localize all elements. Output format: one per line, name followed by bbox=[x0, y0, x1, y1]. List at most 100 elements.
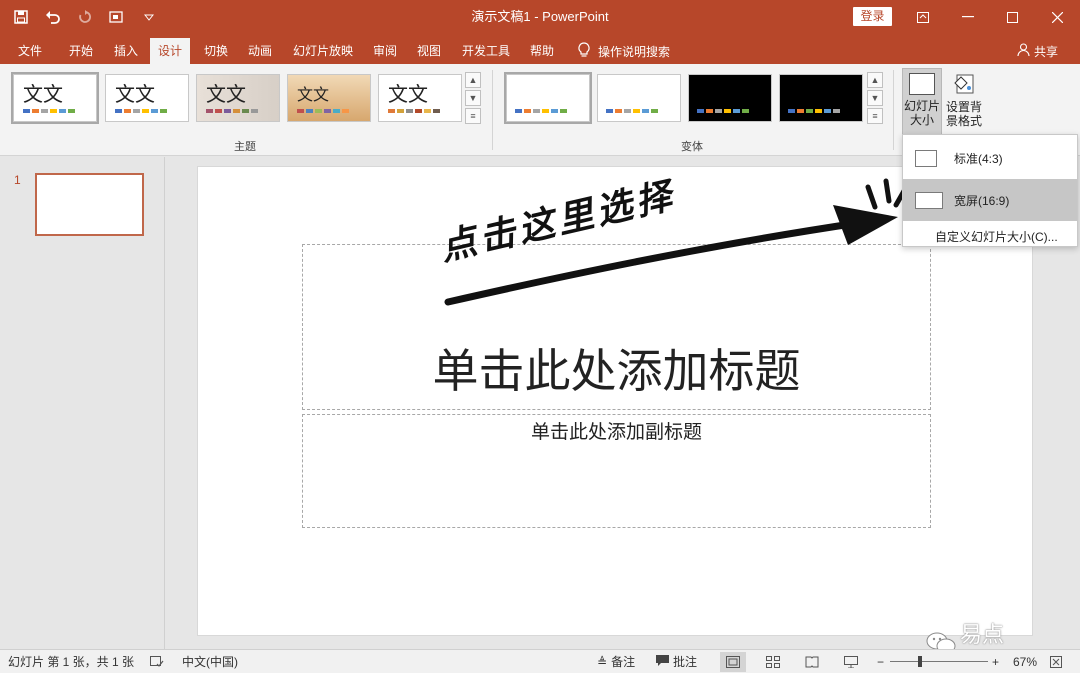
accessibility-icon[interactable] bbox=[150, 650, 164, 673]
normal-view-icon[interactable] bbox=[720, 652, 746, 672]
notes-button[interactable]: ≜ 备注 bbox=[597, 650, 635, 673]
zoom-slider-track[interactable] bbox=[890, 661, 988, 662]
tab-design[interactable]: 设计 bbox=[150, 38, 191, 64]
group-separator bbox=[492, 70, 493, 150]
slide-size-button[interactable]: 幻灯片 大小 bbox=[902, 68, 942, 138]
gallery-down-icon[interactable]: ▼ bbox=[465, 90, 481, 106]
slide-sorter-icon[interactable] bbox=[760, 652, 786, 672]
slide-info: 幻灯片 第 1 张，共 1 张 bbox=[8, 655, 135, 669]
person-icon bbox=[1017, 43, 1030, 59]
quick-access-toolbar bbox=[10, 0, 160, 34]
widescreen-ratio-icon bbox=[915, 192, 943, 209]
minimize-icon[interactable] bbox=[945, 0, 990, 34]
notes-icon: ≜ bbox=[597, 655, 608, 669]
theme-3[interactable]: 文文 bbox=[196, 74, 280, 122]
theme-sample-text: 文文 bbox=[297, 85, 330, 104]
login-button[interactable]: 登录 bbox=[853, 7, 892, 26]
themes-group-label: 主题 bbox=[234, 141, 256, 153]
reading-view-icon[interactable] bbox=[799, 652, 825, 672]
redo-icon[interactable] bbox=[74, 6, 96, 28]
menu-item-custom-size[interactable]: 自定义幻灯片大小(C)... bbox=[935, 228, 1058, 245]
ribbon-display-options-icon[interactable] bbox=[900, 0, 945, 34]
zoom-level[interactable]: 67% bbox=[1013, 650, 1037, 673]
customize-qat-icon[interactable] bbox=[138, 6, 160, 28]
ribbon-tabs: 文件 开始 插入 设计 切换 动画 幻灯片放映 审阅 视图 开发工具 帮助 操作… bbox=[0, 34, 1080, 64]
variant-2[interactable] bbox=[597, 74, 681, 122]
theme-swatches bbox=[115, 109, 167, 113]
variants-group-label: 变体 bbox=[681, 141, 703, 153]
fit-to-window-icon[interactable] bbox=[1050, 650, 1062, 673]
tell-me-label: 操作说明搜索 bbox=[598, 44, 671, 59]
standard-label: 标准(4:3) bbox=[954, 152, 1003, 166]
start-from-beginning-icon[interactable] bbox=[106, 6, 128, 28]
tab-insert[interactable]: 插入 bbox=[106, 38, 146, 64]
theme-2[interactable]: 文文 bbox=[105, 74, 189, 122]
comment-icon bbox=[656, 650, 669, 673]
variant-swatches bbox=[515, 109, 567, 113]
theme-sample-text: 文文 bbox=[388, 82, 428, 106]
tab-developer[interactable]: 开发工具 bbox=[454, 38, 518, 64]
undo-icon[interactable] bbox=[42, 6, 64, 28]
slide-size-icon bbox=[909, 73, 935, 95]
tab-help[interactable]: 帮助 bbox=[522, 38, 562, 64]
group-separator bbox=[893, 70, 894, 150]
variants-gallery-scroll: ▲ ▼ ≡ bbox=[867, 72, 883, 124]
theme-swatches bbox=[206, 109, 258, 113]
variant-3[interactable] bbox=[688, 74, 772, 122]
close-icon[interactable] bbox=[1035, 0, 1080, 34]
zoom-slider-thumb[interactable] bbox=[918, 656, 922, 667]
gallery-up-icon[interactable]: ▲ bbox=[867, 72, 883, 88]
language-indicator[interactable]: 中文(中国) bbox=[182, 650, 238, 673]
gallery-more-icon[interactable]: ≡ bbox=[867, 108, 883, 124]
lightbulb-icon bbox=[578, 41, 590, 61]
save-icon[interactable] bbox=[10, 6, 32, 28]
theme-swatches bbox=[297, 109, 349, 113]
variant-swatches bbox=[788, 109, 840, 113]
variant-1[interactable] bbox=[504, 72, 592, 124]
title-bar: 演示文稿1 - PowerPoint 登录 bbox=[0, 0, 1080, 34]
comments-button[interactable]: 批注 bbox=[656, 650, 697, 673]
gallery-down-icon[interactable]: ▼ bbox=[867, 90, 883, 106]
status-bar: 幻灯片 第 1 张，共 1 张 中文(中国) ≜ 备注 批注 − + 67% bbox=[0, 649, 1080, 673]
tab-file[interactable]: 文件 bbox=[10, 38, 50, 64]
slide-thumbnail[interactable] bbox=[35, 173, 144, 236]
title-placeholder-text: 单击此处添加标题 bbox=[432, 344, 801, 398]
theme-sample-text: 文文 bbox=[23, 82, 63, 106]
theme-office[interactable]: 文文 bbox=[11, 72, 99, 124]
tab-animations[interactable]: 动画 bbox=[240, 38, 280, 64]
gallery-up-icon[interactable]: ▲ bbox=[465, 72, 481, 88]
widescreen-label: 宽屏(16:9) bbox=[954, 194, 1010, 208]
zoom-in-icon[interactable]: + bbox=[992, 650, 999, 673]
themes-gallery-scroll: ▲ ▼ ≡ bbox=[465, 72, 481, 124]
standard-ratio-icon bbox=[915, 150, 937, 167]
notes-label: 备注 bbox=[611, 655, 636, 669]
slideshow-view-icon[interactable] bbox=[838, 652, 864, 672]
menu-item-widescreen[interactable]: 宽屏(16:9) bbox=[903, 179, 1077, 221]
tab-slideshow[interactable]: 幻灯片放映 bbox=[285, 38, 361, 64]
tab-home[interactable]: 开始 bbox=[61, 38, 101, 64]
tab-review[interactable]: 审阅 bbox=[365, 38, 405, 64]
share-button[interactable]: 共享 bbox=[1017, 38, 1058, 64]
zoom-out-icon[interactable]: − bbox=[877, 650, 884, 673]
format-background-button[interactable]: 设置背 景格式 bbox=[944, 68, 984, 138]
share-label: 共享 bbox=[1033, 44, 1058, 59]
comments-label: 批注 bbox=[673, 655, 698, 669]
theme-5[interactable]: 文文 bbox=[378, 74, 462, 122]
tell-me-search[interactable]: 操作说明搜索 bbox=[578, 38, 670, 64]
format-background-label: 设置背 景格式 bbox=[945, 100, 982, 128]
theme-sample-text: 文文 bbox=[115, 82, 155, 106]
subtitle-placeholder-text: 单击此处添加副标题 bbox=[530, 422, 702, 443]
gallery-more-icon[interactable]: ≡ bbox=[465, 108, 481, 124]
variant-4[interactable] bbox=[779, 74, 863, 122]
theme-swatches bbox=[388, 109, 440, 113]
tab-view[interactable]: 视图 bbox=[409, 38, 449, 64]
theme-swatches bbox=[23, 109, 75, 113]
paint-bucket-icon bbox=[952, 72, 976, 96]
subtitle-placeholder[interactable]: 单击此处添加副标题 bbox=[302, 414, 931, 528]
variant-swatches bbox=[697, 109, 749, 113]
menu-item-standard[interactable]: 标准(4:3) bbox=[903, 137, 1077, 179]
theme-sample-text: 文文 bbox=[206, 82, 246, 106]
tab-transitions[interactable]: 切换 bbox=[196, 38, 236, 64]
theme-4[interactable]: 文文 bbox=[287, 74, 371, 122]
maximize-icon[interactable] bbox=[990, 0, 1035, 34]
